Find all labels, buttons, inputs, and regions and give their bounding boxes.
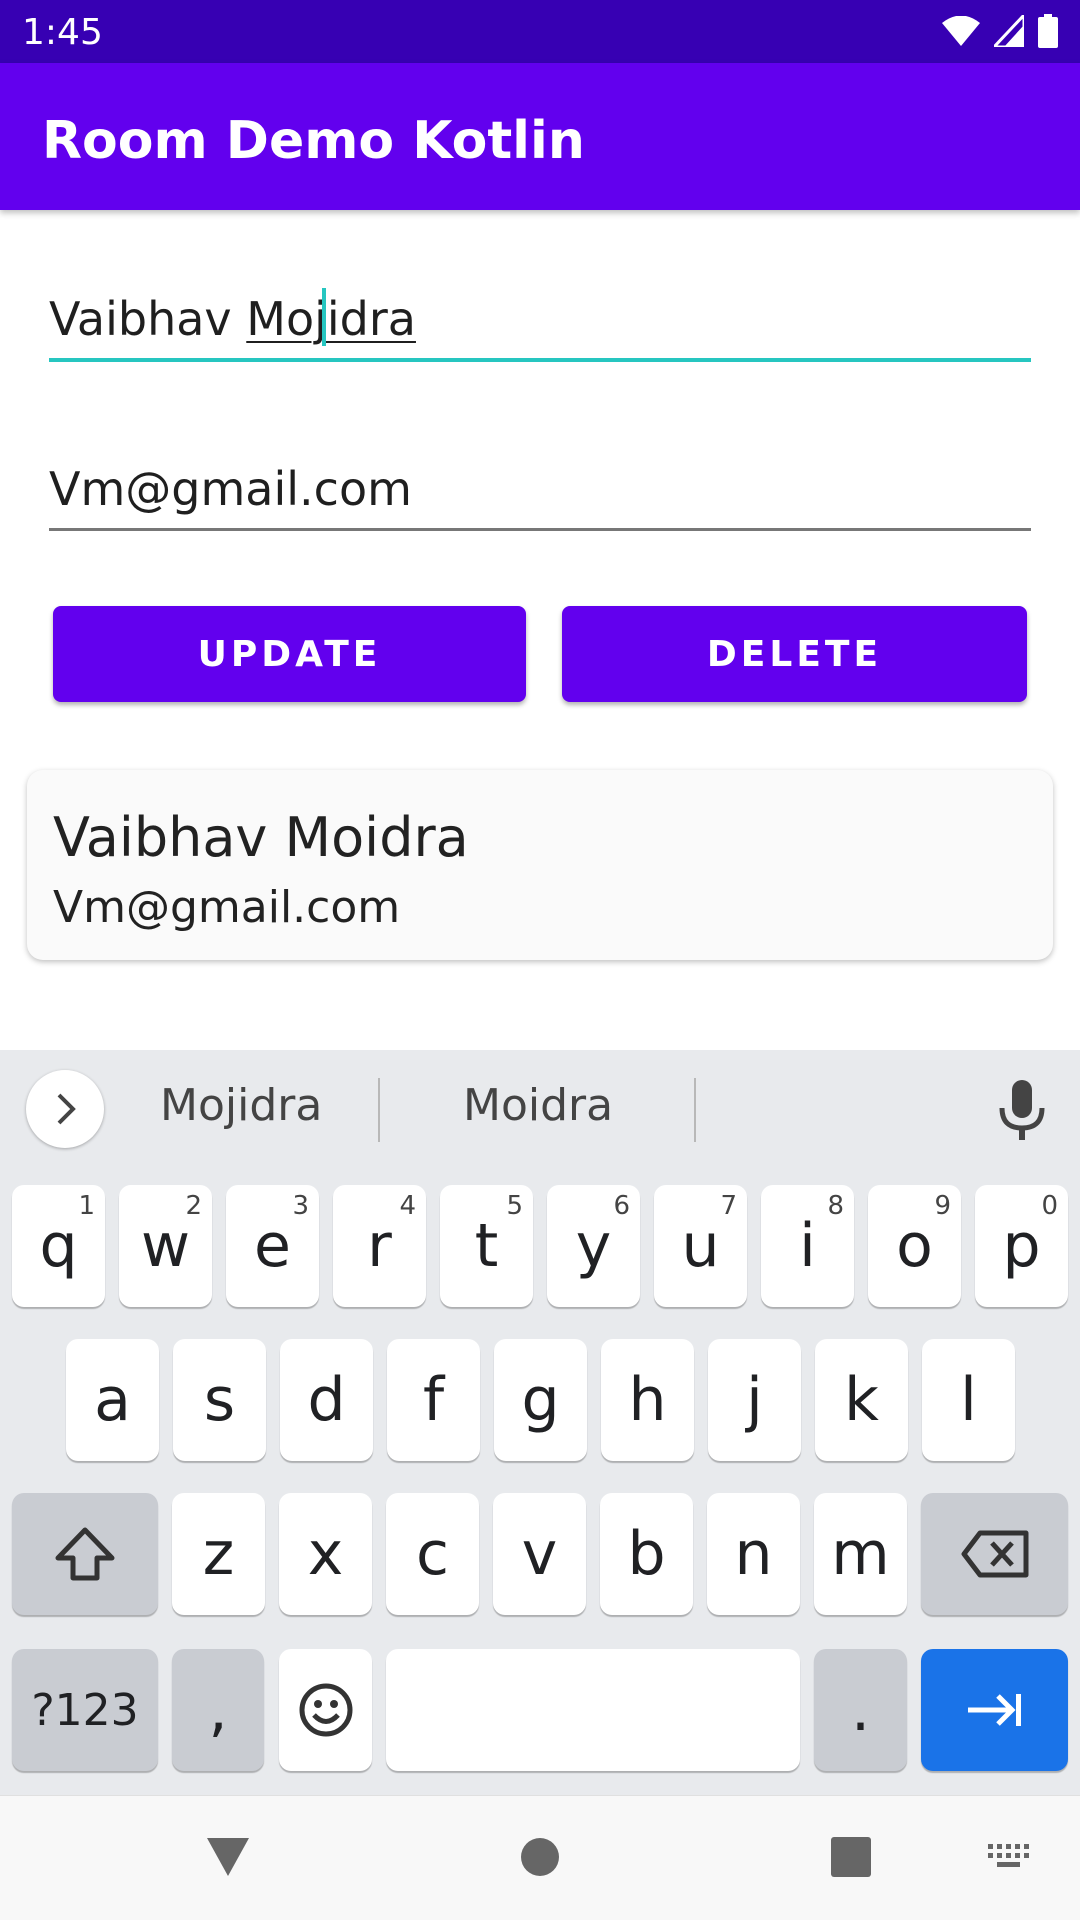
key-hint: 2 [185, 1191, 202, 1221]
wifi-icon [942, 16, 980, 46]
email-input-value: Vm@gmail.com [49, 462, 412, 516]
chevron-right-icon [57, 1093, 76, 1125]
suggestion-2[interactable]: Moidra [463, 1080, 613, 1131]
list-item[interactable]: Vaibhav Moidra Vm@gmail.com [27, 770, 1053, 960]
key-w[interactable]: w2 [119, 1185, 212, 1307]
backspace-icon [961, 1530, 1028, 1578]
keyboard-switcher-icon[interactable] [988, 1844, 1030, 1872]
emoji-icon [299, 1683, 352, 1737]
key-e[interactable]: e3 [226, 1185, 319, 1307]
back-icon[interactable] [205, 1836, 251, 1878]
key-hint: 8 [827, 1191, 844, 1221]
recents-icon[interactable] [831, 1837, 871, 1877]
key-m[interactable]: m [814, 1493, 907, 1615]
composing-text: Mojidra [246, 292, 416, 346]
status-time: 1:45 [22, 12, 103, 53]
key-label: q [39, 1211, 78, 1281]
comma-key[interactable]: , [172, 1649, 264, 1771]
status-bar: 1:45 [0, 0, 1080, 63]
name-input-prefix: Vaibhav [49, 292, 247, 346]
space-key[interactable] [386, 1649, 800, 1771]
key-label: w [140, 1211, 191, 1281]
key-c[interactable]: c [386, 1493, 479, 1615]
backspace-key[interactable] [921, 1493, 1068, 1615]
key-q[interactable]: q1 [12, 1185, 105, 1307]
key-hint: 6 [613, 1191, 630, 1221]
emoji-key[interactable] [279, 1649, 372, 1771]
home-icon[interactable] [520, 1837, 560, 1877]
suggestion-divider [378, 1078, 380, 1142]
app-title: Room Demo Kotlin [42, 111, 585, 171]
soft-keyboard: Mojidra Moidra q1w2e3r4t5y6u7i8o9p0 asdf… [0, 1050, 1080, 1795]
key-v[interactable]: v [493, 1493, 586, 1615]
status-icons [942, 14, 1058, 48]
key-label: p [1002, 1211, 1041, 1281]
update-button[interactable]: UPDATE [53, 606, 526, 702]
key-hint: 0 [1041, 1191, 1058, 1221]
list-item-email: Vm@gmail.com [53, 882, 401, 933]
key-o[interactable]: o9 [868, 1185, 961, 1307]
key-hint: 3 [292, 1191, 309, 1221]
text-cursor [322, 288, 327, 346]
key-i[interactable]: i8 [761, 1185, 854, 1307]
suggestion-1[interactable]: Mojidra [160, 1080, 322, 1131]
name-input-composing-word: Mojidra [246, 288, 416, 346]
name-input-value: Vaibhav Mojidra [49, 288, 416, 346]
signal-icon [994, 15, 1024, 47]
key-hint: 1 [78, 1191, 95, 1221]
key-h[interactable]: h [601, 1339, 694, 1461]
key-r[interactable]: r4 [333, 1185, 426, 1307]
email-input[interactable]: Vm@gmail.com [49, 441, 1031, 531]
suggestion-divider [694, 1078, 696, 1142]
key-l[interactable]: l [922, 1339, 1015, 1461]
key-a[interactable]: a [66, 1339, 159, 1461]
key-label: i [799, 1211, 816, 1281]
suggestion-strip: Mojidra Moidra [0, 1050, 1080, 1170]
key-t[interactable]: t5 [440, 1185, 533, 1307]
key-s[interactable]: s [173, 1339, 266, 1461]
shift-key[interactable] [12, 1493, 158, 1615]
key-g[interactable]: g [494, 1339, 587, 1461]
key-label: o [896, 1211, 933, 1281]
key-f[interactable]: f [387, 1339, 480, 1461]
key-label: e [254, 1211, 291, 1281]
name-input[interactable]: Vaibhav Mojidra [49, 272, 1031, 362]
key-label: y [575, 1211, 612, 1281]
list-item-name: Vaibhav Moidra [53, 806, 469, 869]
delete-button[interactable]: DELETE [562, 606, 1027, 702]
key-x[interactable]: x [279, 1493, 372, 1615]
expand-toolbar-button[interactable] [26, 1070, 104, 1148]
key-b[interactable]: b [600, 1493, 693, 1615]
key-p[interactable]: p0 [975, 1185, 1068, 1307]
key-hint: 4 [399, 1191, 416, 1221]
key-z[interactable]: z [172, 1493, 265, 1615]
microphone-icon[interactable] [994, 1080, 1050, 1140]
navigation-bar [0, 1795, 1080, 1920]
key-hint: 5 [506, 1191, 523, 1221]
key-label: u [681, 1211, 720, 1281]
shift-icon [55, 1527, 115, 1581]
key-n[interactable]: n [707, 1493, 800, 1615]
app-bar: Room Demo Kotlin [0, 63, 1080, 210]
key-j[interactable]: j [708, 1339, 801, 1461]
key-y[interactable]: y6 [547, 1185, 640, 1307]
key-d[interactable]: d [280, 1339, 373, 1461]
key-hint: 9 [934, 1191, 951, 1221]
symbols-key[interactable]: ?123 [12, 1649, 158, 1771]
key-label: r [367, 1211, 392, 1281]
key-hint: 7 [720, 1191, 737, 1221]
next-arrow-icon [967, 1694, 1021, 1726]
key-k[interactable]: k [815, 1339, 908, 1461]
period-key[interactable]: . [814, 1649, 907, 1771]
key-label: t [474, 1211, 499, 1281]
battery-icon [1038, 14, 1058, 48]
key-u[interactable]: u7 [654, 1185, 747, 1307]
next-key[interactable] [921, 1649, 1068, 1771]
